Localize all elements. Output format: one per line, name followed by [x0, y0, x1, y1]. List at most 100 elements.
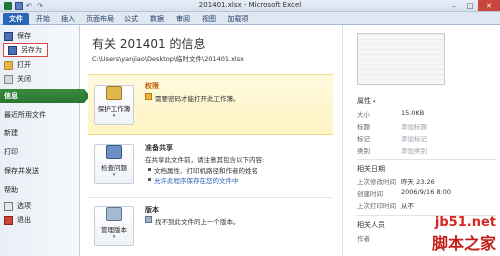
sidebar-item-save[interactable]: 保存 [0, 29, 80, 43]
exit-icon [4, 215, 13, 225]
tab-view[interactable]: 视图 [199, 13, 219, 25]
property-value: 15.0KB [401, 109, 425, 117]
tab-data[interactable]: 数据 [147, 13, 167, 25]
versions-icon [106, 207, 122, 221]
properties-heading[interactable]: 属性 ▾ [357, 96, 376, 106]
sidebar-item-label: 打开 [17, 61, 31, 69]
property-value[interactable]: 添加标记 [401, 133, 427, 143]
chevron-down-icon: ▾ [373, 99, 376, 105]
check-document-icon [106, 145, 122, 159]
permissions-heading: 权限 [145, 82, 159, 90]
tab-add-ins[interactable]: 加载项 [225, 13, 251, 25]
floppy-icon [4, 31, 13, 41]
sharing-link[interactable]: 允许此程序保存在您的文件中 [154, 175, 239, 185]
protect-workbook-label: 保护工作簿 [97, 105, 131, 113]
sidebar-item-exit[interactable]: 退出 [0, 213, 80, 227]
tab-file[interactable]: 文件 [3, 13, 29, 25]
sidebar-item-new[interactable]: 新建 [0, 126, 80, 140]
section-divider [88, 197, 333, 198]
watermark-url: jb51.net [434, 215, 496, 230]
tab-insert[interactable]: 插入 [58, 13, 78, 25]
sidebar-item-label: 最近所用文件 [4, 111, 46, 119]
sharing-line-1: 在共享此文件前，请注意其包含以下内容: [145, 156, 265, 164]
property-value: 从不 [401, 202, 414, 210]
property-key: 标记 [357, 135, 370, 143]
dates-heading: 相关日期 [357, 165, 385, 173]
versions-section: 管理版本 ▾ 版本 找不到此文件的上一个版本。 [88, 200, 333, 256]
property-key: 大小 [357, 111, 370, 119]
sidebar-item-save-as[interactable]: 另存为 [3, 43, 48, 57]
sidebar-item-recent[interactable]: 最近所用文件 [0, 108, 80, 122]
sharing-heading: 准备共享 [145, 144, 173, 152]
check-issues-label: 检查问题 [101, 164, 127, 172]
title-bar: ↶ ↷ 201401.xlsx - Microsoft Excel – □ ✕ [0, 0, 500, 12]
sidebar-item-label: 保存并发送 [4, 167, 39, 175]
property-value[interactable]: 添加标题 [401, 121, 427, 131]
sharing-section: 检查问题 ▾ 准备共享 在共享此文件前，请注意其包含以下内容: 文档属性、打印机… [88, 138, 333, 196]
sidebar-item-info[interactable]: 信息 [0, 89, 90, 103]
permissions-section: 保护工作簿 ▾ 权限 需要密码才能打开此工作簿。 [88, 74, 333, 135]
sidebar-item-options[interactable]: 选项 [0, 199, 80, 213]
document-thumbnail [357, 33, 445, 85]
tab-home[interactable]: 开始 [33, 13, 53, 25]
sharing-line-2: 文档属性、打印机路径和作者的姓名 [154, 167, 258, 175]
window-title: 201401.xlsx - Microsoft Excel [198, 1, 302, 9]
properties-heading-label: 属性 [357, 97, 371, 105]
property-value: 昨天 23:26 [401, 178, 435, 186]
sidebar-item-help[interactable]: 帮助 [0, 183, 80, 197]
options-icon [4, 201, 13, 211]
chevron-down-icon: ▾ [112, 172, 116, 178]
minimize-icon[interactable]: – [446, 0, 462, 11]
bullet-icon [148, 178, 151, 181]
tab-formulas[interactable]: 公式 [121, 13, 141, 25]
property-key: 上次修改时间 [357, 178, 396, 186]
watermark-name: 脚本之家 [431, 234, 496, 253]
property-value: 2006/9/16 8:00 [401, 188, 451, 196]
sidebar-item-label: 退出 [17, 216, 31, 224]
sidebar-item-save-send[interactable]: 保存并发送 [0, 164, 80, 178]
property-key: 上次打印时间 [357, 202, 396, 210]
sidebar-item-open[interactable]: 打开 [0, 58, 80, 72]
backstage-sidebar: 保存 另存为 打开 关闭 信息 最近所用文件 新建 打印 保存并发送 帮助 选项… [0, 25, 90, 256]
sidebar-item-label: 保存 [17, 32, 31, 40]
sidebar-item-label: 关闭 [17, 75, 31, 83]
save-as-icon [8, 45, 17, 55]
versions-text: 找不到此文件的上一个版本。 [155, 218, 240, 226]
version-info-icon [145, 216, 152, 223]
sidebar-item-label: 选项 [17, 202, 31, 210]
page-title: 有关 201401 的信息 [92, 37, 206, 51]
permissions-text: 需要密码才能打开此工作簿。 [155, 95, 240, 103]
manage-versions-label: 管理版本 [101, 226, 127, 234]
sidebar-item-label: 信息 [4, 92, 18, 100]
info-panel: 有关 201401 的信息 C:\Users\yanjiao\Desktop\临… [88, 25, 333, 256]
chevron-down-icon: ▾ [112, 234, 116, 240]
close-file-icon [4, 74, 13, 84]
chevron-down-icon: ▾ [112, 113, 116, 119]
pane-divider [357, 159, 497, 160]
sidebar-item-label: 新建 [4, 129, 18, 137]
versions-heading: 版本 [145, 206, 159, 214]
close-icon[interactable]: ✕ [478, 0, 500, 11]
sidebar-item-close[interactable]: 关闭 [0, 72, 80, 86]
sidebar-item-print[interactable]: 打印 [0, 145, 80, 159]
sidebar-item-label: 打印 [4, 148, 18, 156]
ribbon-tabs: 文件 开始 插入 页面布局 公式 数据 审阅 视图 加载项 [0, 12, 500, 25]
protect-workbook-button[interactable]: 保护工作簿 ▾ [94, 85, 134, 125]
property-value[interactable]: 添加类别 [401, 145, 427, 155]
tab-page-layout[interactable]: 页面布局 [84, 13, 116, 25]
sidebar-item-label: 另存为 [21, 46, 42, 54]
tab-review[interactable]: 审阅 [173, 13, 193, 25]
property-key: 创建时间 [357, 190, 383, 198]
maximize-icon[interactable]: □ [462, 0, 478, 11]
check-issues-button[interactable]: 检查问题 ▾ [94, 144, 134, 184]
window-controls: – □ ✕ [446, 0, 500, 11]
people-heading: 相关人员 [357, 221, 385, 229]
property-key: 类别 [357, 147, 370, 155]
manage-versions-button[interactable]: 管理版本 ▾ [94, 206, 134, 246]
property-key: 作者 [357, 235, 370, 243]
watermark: jb51.net 脚本之家 [432, 215, 496, 254]
warning-icon [145, 93, 152, 100]
folder-icon [4, 60, 13, 70]
lock-icon [106, 86, 122, 100]
property-key: 标题 [357, 123, 370, 131]
